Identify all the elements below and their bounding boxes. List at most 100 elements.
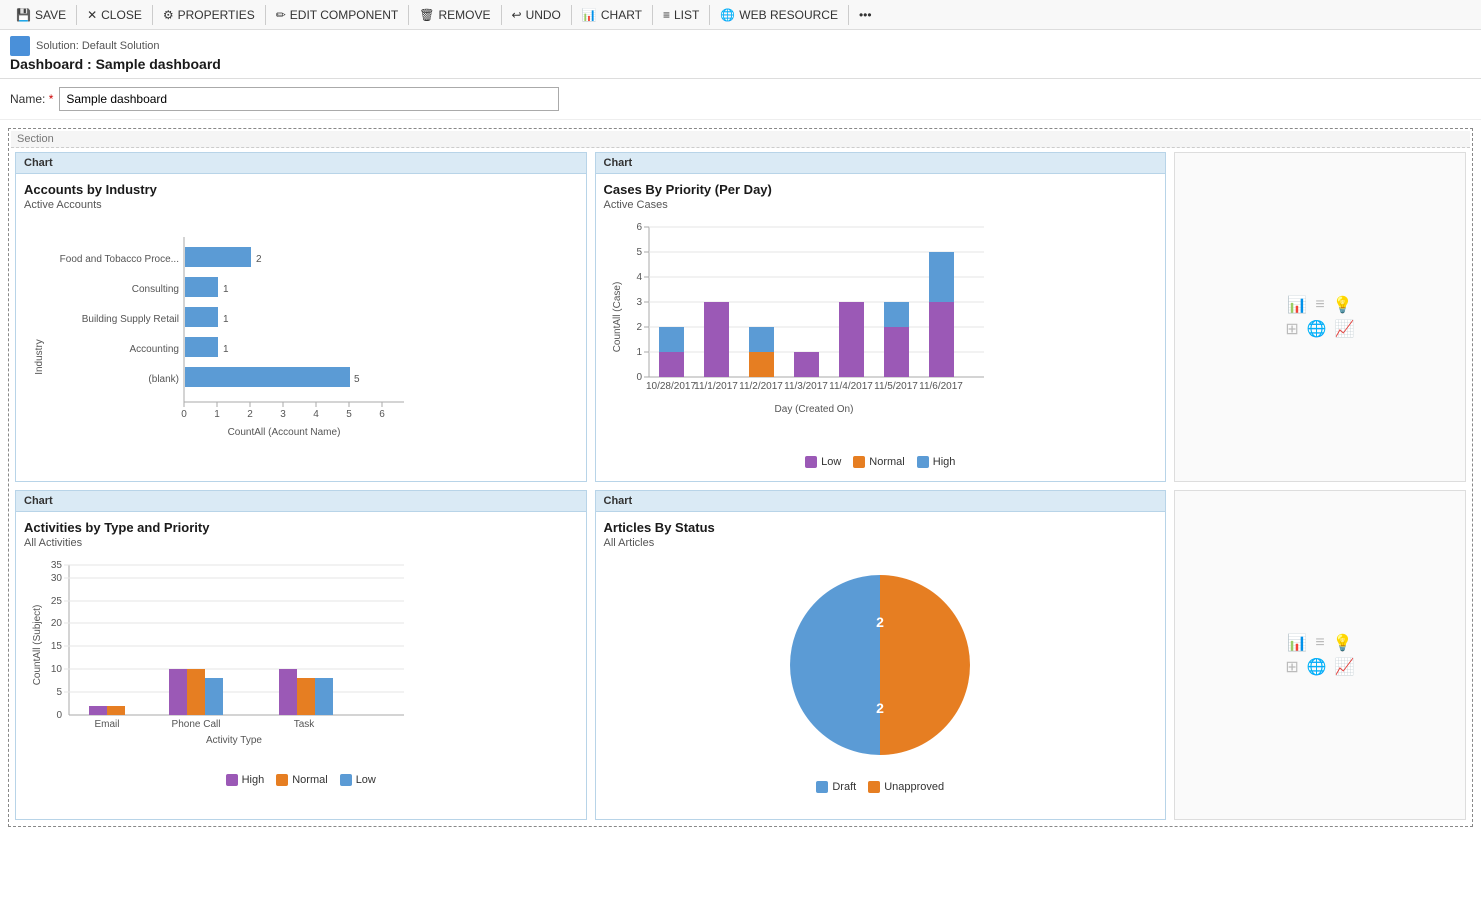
trash-icon: 🗑 [419, 8, 434, 22]
chart-subtitle-2: Active Cases [604, 199, 1158, 211]
svg-text:Phone Call: Phone Call [172, 719, 221, 730]
svg-text:6: 6 [379, 409, 385, 420]
svg-text:2: 2 [876, 614, 884, 630]
legend3-color-high [226, 774, 238, 786]
properties-button[interactable]: ⚙ PROPERTIES [155, 5, 263, 25]
empty-icons-row1: 📊 ≡ 💡 [1287, 295, 1352, 315]
edit-component-button[interactable]: ✏ EDIT COMPONENT [268, 5, 407, 25]
chart-subtitle-1: Active Accounts [24, 199, 578, 211]
chart-line-icon-2[interactable]: 📈 [1335, 657, 1355, 677]
globe-icon: 🌐 [720, 8, 735, 22]
grid-icon-2[interactable]: ⊞ [1285, 657, 1298, 677]
svg-text:0: 0 [636, 372, 642, 383]
svg-text:1: 1 [223, 344, 229, 355]
remove-button[interactable]: 🗑 REMOVE [411, 5, 498, 25]
legend-color-low [805, 456, 817, 468]
save-button[interactable]: 💾 SAVE [8, 5, 74, 25]
articles-status-chart: 2 2 [780, 565, 980, 765]
dashboard-container: Section Chart Accounts by Industry Activ… [8, 128, 1473, 827]
svg-text:1: 1 [223, 314, 229, 325]
chart4-legend: Draft Unapproved [604, 781, 1158, 793]
legend-color-normal [853, 456, 865, 468]
svg-text:11/2/2017: 11/2/2017 [739, 381, 783, 392]
svg-text:30: 30 [51, 573, 63, 584]
chart-panel-2: Chart Cases By Priority (Per Day) Active… [595, 152, 1167, 482]
grid-icon[interactable]: ⊞ [1285, 319, 1298, 339]
svg-text:(blank): (blank) [148, 374, 179, 385]
svg-text:4: 4 [636, 272, 642, 283]
empty-panel-icons-2: 📊 ≡ 💡 ⊞ 🌐 📈 [1285, 633, 1354, 677]
svg-text:CountAll (Case): CountAll (Case) [612, 282, 623, 353]
svg-text:6: 6 [636, 222, 642, 233]
page-header: Solution: Default Solution Dashboard : S… [0, 30, 1481, 79]
legend3-color-normal [276, 774, 288, 786]
chart-icon: 📊 [582, 8, 597, 22]
toolbar-separator [571, 5, 572, 25]
chart-header-2: Chart [596, 153, 1166, 174]
svg-text:11/5/2017: 11/5/2017 [874, 381, 918, 392]
legend-color-high [917, 456, 929, 468]
undo-button[interactable]: ↩ UNDO [504, 5, 569, 25]
web-icon-2[interactable]: 🌐 [1307, 657, 1327, 677]
svg-text:Email: Email [94, 719, 119, 730]
bar-chart-icon[interactable]: 📊 [1287, 295, 1307, 315]
svg-text:11/4/2017: 11/4/2017 [829, 381, 873, 392]
page-title: Dashboard : Sample dashboard [10, 56, 1471, 72]
chart-panel-3: Chart Activities by Type and Priority Al… [15, 490, 587, 820]
svg-text:CountAll (Subject): CountAll (Subject) [32, 605, 43, 686]
svg-text:4: 4 [313, 409, 319, 420]
dashboard-grid: Chart Accounts by Industry Active Accoun… [11, 148, 1470, 824]
svg-text:10/28/2017: 10/28/2017 [645, 381, 695, 392]
chart-title-4: Articles By Status [604, 520, 1158, 535]
bar-chart-icon-2[interactable]: 📊 [1287, 633, 1307, 653]
chart2-legend: Low Normal High [604, 456, 1158, 468]
gear-icon: ⚙ [163, 8, 174, 22]
close-icon: ✕ [87, 8, 97, 22]
required-indicator: * [49, 92, 54, 106]
list-icon-2[interactable]: ≡ [1315, 634, 1324, 652]
lightbulb-icon[interactable]: 💡 [1333, 295, 1353, 315]
empty-panel-1: 📊 ≡ 💡 ⊞ 🌐 📈 [1174, 152, 1466, 482]
web-resource-button[interactable]: 🌐 WEB RESOURCE [712, 5, 846, 25]
legend-normal: Normal [853, 456, 904, 468]
svg-text:3: 3 [280, 409, 286, 420]
list-icon: ≡ [663, 8, 670, 22]
toolbar-separator [152, 5, 153, 25]
svg-text:CountAll (Account Name): CountAll (Account Name) [228, 427, 341, 438]
name-field-row: Name: * [0, 79, 1481, 120]
undo-icon: ↩ [512, 8, 522, 22]
svg-text:Activity Type: Activity Type [206, 735, 262, 746]
legend4-draft: Draft [816, 781, 856, 793]
svg-text:1: 1 [636, 347, 642, 358]
legend4-color-unapproved [868, 781, 880, 793]
list-button[interactable]: ≡ LIST [655, 5, 707, 25]
legend4-color-draft [816, 781, 828, 793]
svg-text:2: 2 [636, 322, 642, 333]
svg-text:5: 5 [346, 409, 352, 420]
chart-line-icon[interactable]: 📈 [1335, 319, 1355, 339]
lightbulb-icon-2[interactable]: 💡 [1333, 633, 1353, 653]
svg-text:Task: Task [294, 719, 316, 730]
list-icon[interactable]: ≡ [1315, 296, 1324, 314]
toolbar: 💾 SAVE ✕ CLOSE ⚙ PROPERTIES ✏ EDIT COMPO… [0, 0, 1481, 30]
legend3-low: Low [340, 774, 376, 786]
legend3-normal: Normal [276, 774, 327, 786]
more-button[interactable]: ••• [851, 5, 880, 25]
legend-low: Low [805, 456, 841, 468]
chart-button[interactable]: 📊 CHART [574, 5, 650, 25]
chart-header-3: Chart [16, 491, 586, 512]
svg-text:11/3/2017: 11/3/2017 [784, 381, 828, 392]
close-button[interactable]: ✕ CLOSE [79, 5, 150, 25]
legend3-high: High [226, 774, 265, 786]
toolbar-separator [408, 5, 409, 25]
svg-text:1: 1 [223, 284, 229, 295]
dashboard-name-input[interactable] [59, 87, 559, 111]
toolbar-separator [76, 5, 77, 25]
svg-text:0: 0 [56, 710, 62, 721]
svg-text:0: 0 [181, 409, 187, 420]
empty-icons2-row1: 📊 ≡ 💡 [1287, 633, 1352, 653]
svg-text:3: 3 [636, 297, 642, 308]
web-icon[interactable]: 🌐 [1307, 319, 1327, 339]
empty-panel-2: 📊 ≡ 💡 ⊞ 🌐 📈 [1174, 490, 1466, 820]
chart-title-2: Cases By Priority (Per Day) [604, 182, 1158, 197]
